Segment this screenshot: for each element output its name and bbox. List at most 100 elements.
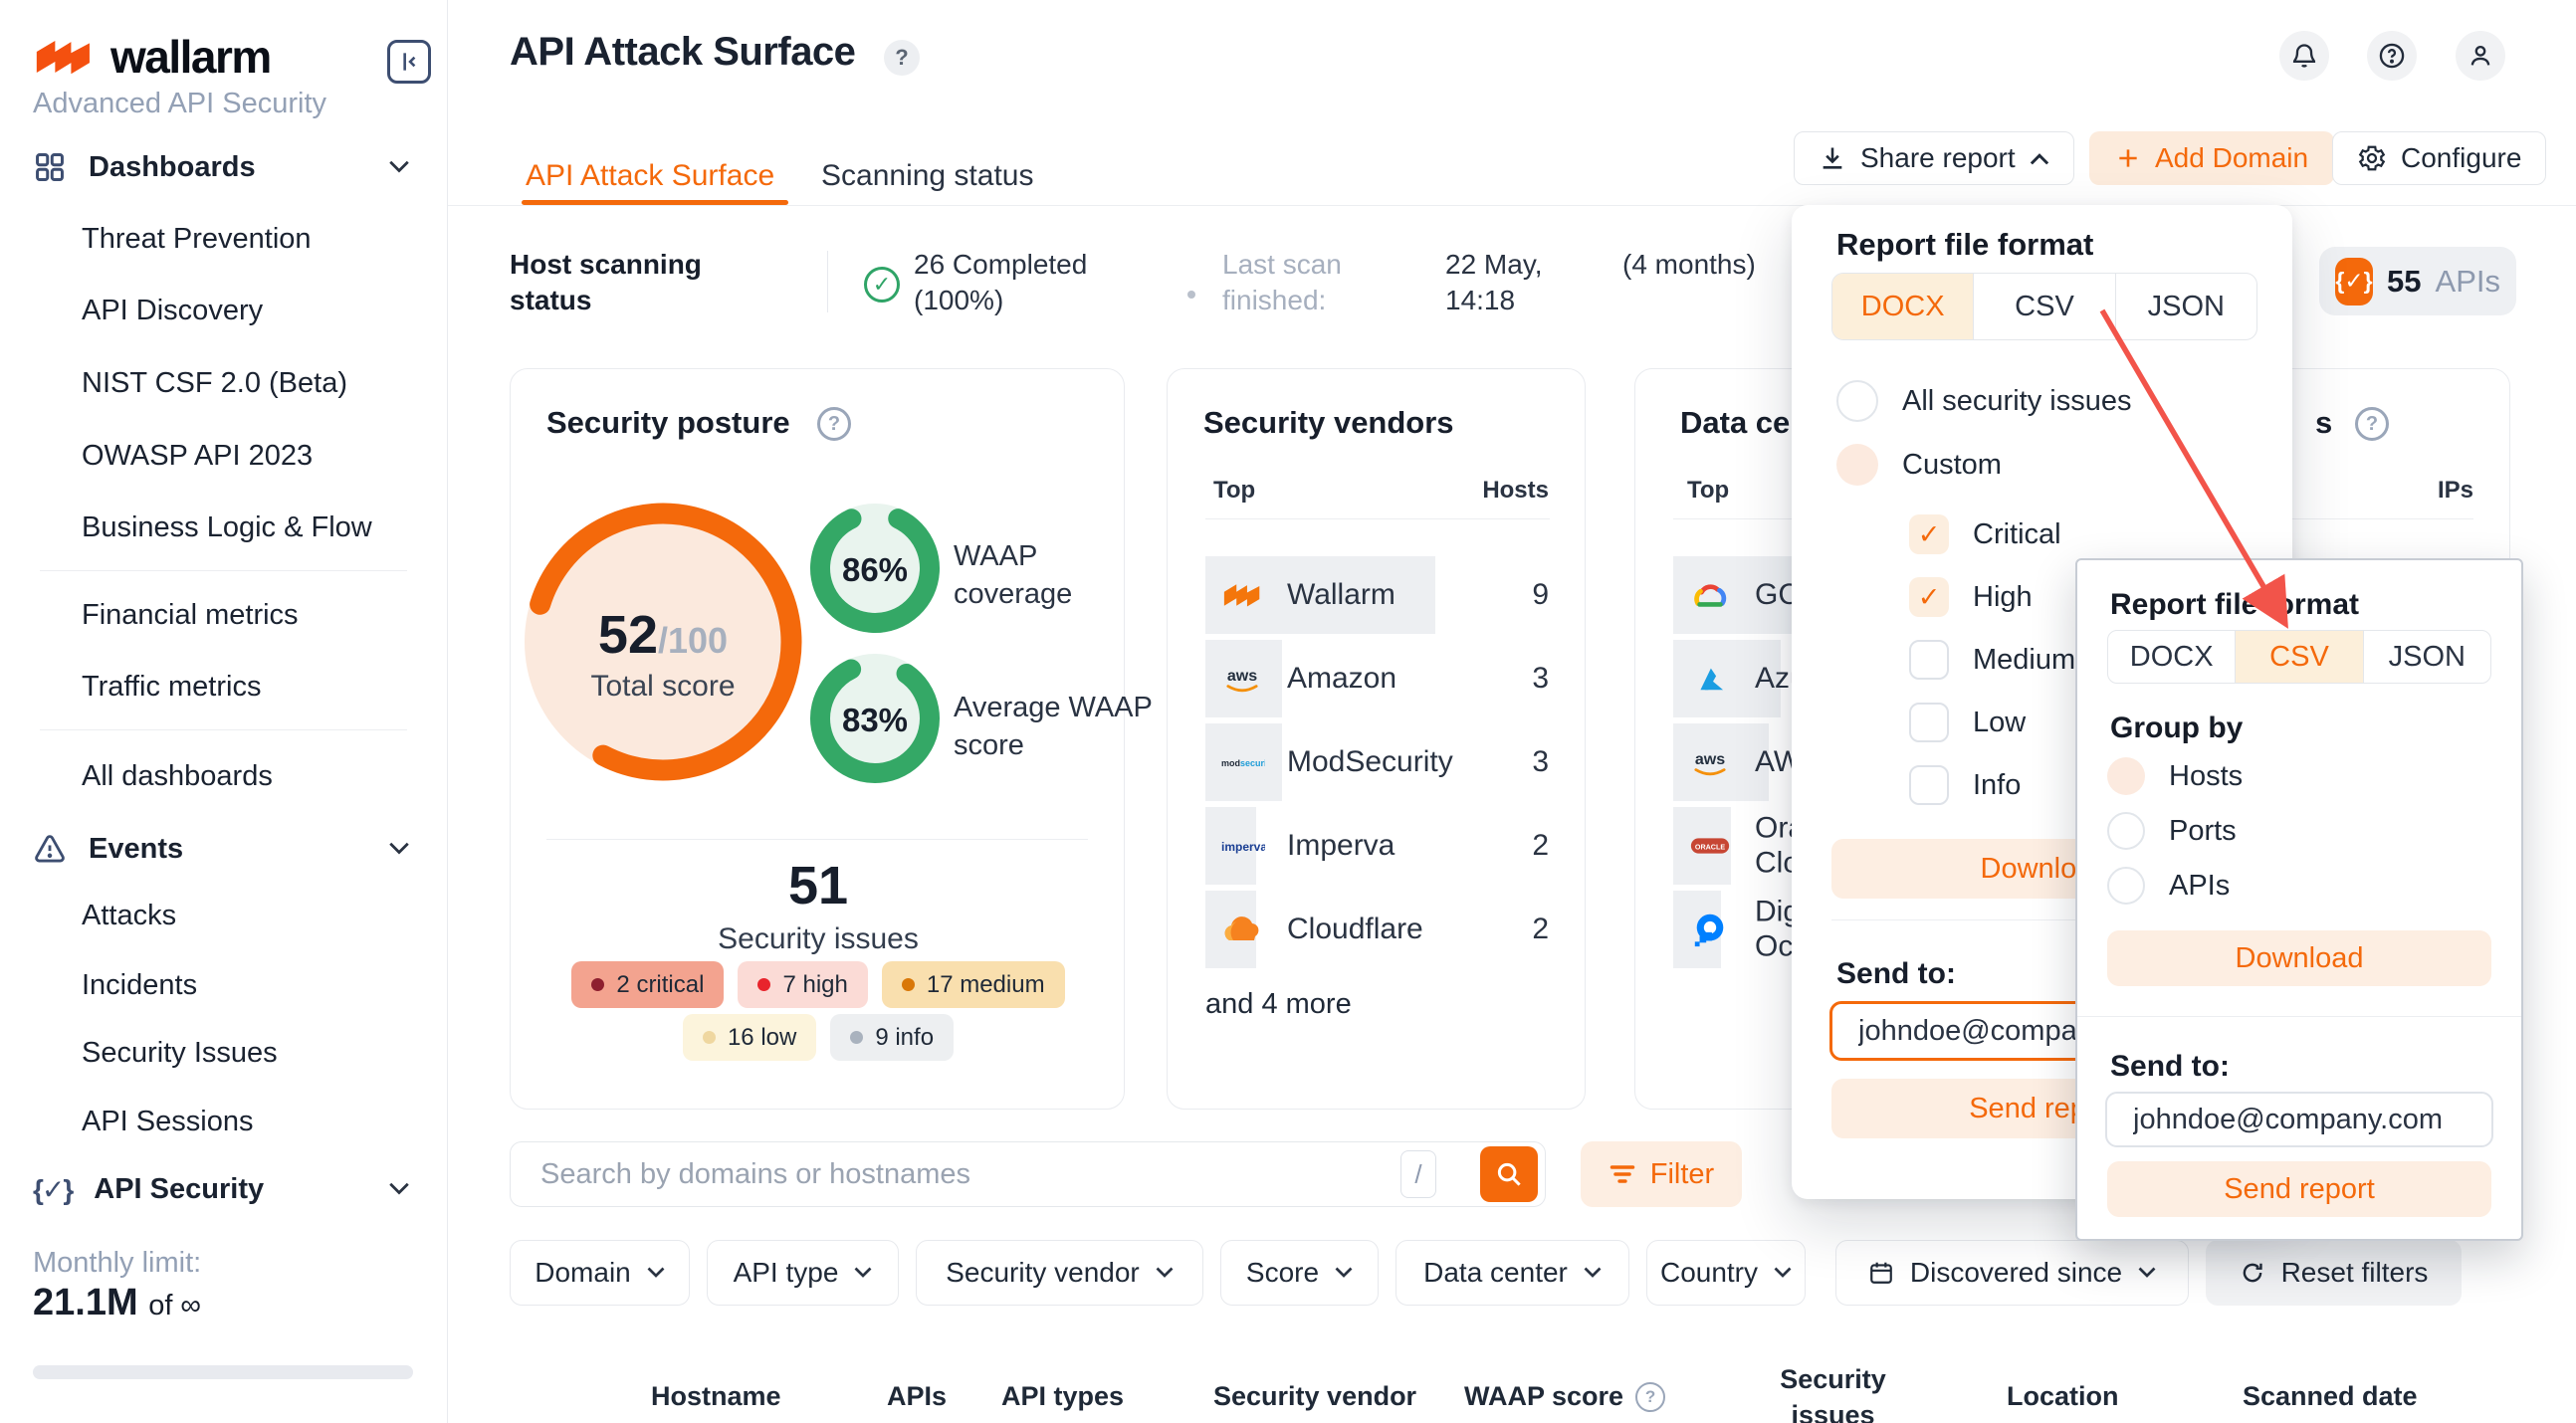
column-security-issues[interactable]: Security issues xyxy=(1771,1361,1895,1423)
chevron-down-icon xyxy=(647,1267,665,1279)
tab-api-attack-surface[interactable]: API Attack Surface xyxy=(526,159,774,193)
format-docx[interactable]: DOCX xyxy=(1832,274,1973,339)
card-title: Security posture xyxy=(546,405,790,441)
send-report-button[interactable]: Send report xyxy=(2107,1161,2491,1217)
last-scan-label: Last scan finished: xyxy=(1222,247,1392,318)
sidebar-item-nist-csf[interactable]: NIST CSF 2.0 (Beta) xyxy=(0,359,448,407)
help-icon[interactable]: ? xyxy=(1635,1382,1665,1412)
search-button[interactable] xyxy=(1480,1146,1538,1202)
radio-ports[interactable]: Ports xyxy=(2107,812,2237,850)
format-csv-selected[interactable]: CSV xyxy=(2235,631,2362,683)
sidebar-item-financial-metrics[interactable]: Financial metrics xyxy=(0,591,448,639)
column-hostname[interactable]: Hostname xyxy=(651,1381,781,1412)
help-button[interactable] xyxy=(2367,31,2417,81)
add-domain-button[interactable]: Add Domain xyxy=(2089,131,2334,185)
radio-label: All security issues xyxy=(1902,385,2131,418)
sidebar-item-api-security[interactable]: {✓} API Security xyxy=(0,1165,448,1213)
filter-chip-api-type[interactable]: API type xyxy=(707,1240,899,1306)
help-icon[interactable]: ? xyxy=(817,407,851,441)
checkbox-icon xyxy=(1909,640,1949,680)
notifications-button[interactable] xyxy=(2279,31,2329,81)
radio-icon-selected xyxy=(2107,757,2145,795)
vendor-name: Imperva xyxy=(1287,829,1395,864)
reset-filters-button[interactable]: Reset filters xyxy=(2206,1240,2462,1306)
sidebar-item-api-discovery[interactable]: API Discovery xyxy=(0,287,448,334)
sidebar-item-traffic-metrics[interactable]: Traffic metrics xyxy=(0,663,448,711)
checkbox-info[interactable]: Info xyxy=(1909,765,2021,805)
column-location[interactable]: Location xyxy=(2007,1381,2119,1412)
column-label: WAAP score xyxy=(1464,1381,1623,1412)
sidebar-item-security-issues[interactable]: Security Issues xyxy=(0,1029,448,1077)
vendors-more-link[interactable]: and 4 more xyxy=(1205,988,1352,1021)
vendor-row[interactable]: Cloudflare 2 xyxy=(1168,888,1585,971)
refresh-icon xyxy=(2240,1260,2265,1286)
card-divider xyxy=(546,839,1088,840)
badge-label: 2 critical xyxy=(616,971,704,999)
checkbox-low[interactable]: Low xyxy=(1909,703,2026,742)
checkbox-label: Medium xyxy=(1973,644,2075,677)
bullet-dot xyxy=(1187,291,1195,299)
checkbox-critical[interactable]: ✓ Critical xyxy=(1909,514,2061,554)
format-json[interactable]: JSON xyxy=(2363,631,2490,683)
send-to-label: Send to: xyxy=(1836,957,1956,991)
chevron-up-icon xyxy=(2030,152,2049,165)
radio-hosts[interactable]: Hosts xyxy=(2107,757,2243,795)
format-docx[interactable]: DOCX xyxy=(2108,631,2235,683)
radio-apis[interactable]: APIs xyxy=(2107,867,2230,905)
account-button[interactable] xyxy=(2456,31,2505,81)
sidebar-item-dashboards[interactable]: Dashboards xyxy=(0,143,448,191)
wallarm-logo-icon xyxy=(33,36,95,78)
filter-chip-data-center[interactable]: Data center xyxy=(1395,1240,1629,1306)
title-help-icon[interactable]: ? xyxy=(884,40,920,76)
vendor-row[interactable]: Wallarm 9 xyxy=(1168,553,1585,637)
sidebar-item-events[interactable]: Events xyxy=(0,825,448,873)
vendor-row[interactable]: imperva Imperva 2 xyxy=(1168,804,1585,888)
format-csv[interactable]: CSV xyxy=(1973,274,2114,339)
sidebar-item-label: API Discovery xyxy=(82,295,263,327)
filter-chip-discovered-since[interactable]: Discovered since xyxy=(1835,1240,2189,1306)
download-button[interactable]: Download xyxy=(2107,930,2491,986)
column-waap-score[interactable]: WAAP score ? xyxy=(1464,1381,1665,1412)
checkbox-medium[interactable]: Medium xyxy=(1909,640,2075,680)
sidebar-item-incidents[interactable]: Incidents xyxy=(0,961,448,1009)
sidebar-item-attacks[interactable]: Attacks xyxy=(0,892,448,939)
filter-button[interactable]: Filter xyxy=(1581,1141,1742,1207)
azure-logo xyxy=(1687,656,1733,702)
column-header-ips: IPs xyxy=(2438,477,2473,505)
column-scanned-date[interactable]: Scanned date xyxy=(2243,1381,2418,1412)
total-score: 52/100 Total score xyxy=(519,604,807,704)
column-apis[interactable]: APIs xyxy=(887,1381,947,1412)
radio-all-security-issues[interactable]: All security issues xyxy=(1836,380,2131,422)
plus-icon xyxy=(2115,145,2141,171)
radio-icon-selected xyxy=(1836,444,1878,486)
send-to-email-input[interactable] xyxy=(2105,1092,2493,1147)
page-title: API Attack Surface xyxy=(510,30,855,75)
configure-button[interactable]: Configure xyxy=(2332,131,2546,185)
sidebar-item-api-sessions[interactable]: API Sessions xyxy=(0,1098,448,1145)
format-json[interactable]: JSON xyxy=(2115,274,2256,339)
vendor-row[interactable]: aws Amazon 3 xyxy=(1168,637,1585,720)
sidebar-collapse-button[interactable] xyxy=(387,40,431,84)
checkbox-high[interactable]: ✓ High xyxy=(1909,577,2033,617)
help-icon[interactable]: ? xyxy=(2355,407,2389,441)
column-api-types[interactable]: API types xyxy=(1001,1381,1124,1412)
radio-custom[interactable]: Custom xyxy=(1836,444,2002,486)
checkbox-icon xyxy=(1909,703,1949,742)
tab-scanning-status[interactable]: Scanning status xyxy=(821,159,1033,193)
sidebar-item-threat-prevention[interactable]: Threat Prevention xyxy=(0,215,448,263)
search-input[interactable] xyxy=(510,1141,1546,1207)
filter-chip-score[interactable]: Score xyxy=(1220,1240,1379,1306)
vendor-row[interactable]: modsecurity ModSecurity 3 xyxy=(1168,720,1585,804)
sidebar-item-all-dashboards[interactable]: All dashboards xyxy=(0,752,448,800)
filter-chip-security-vendor[interactable]: Security vendor xyxy=(916,1240,1203,1306)
add-domain-label: Add Domain xyxy=(2155,142,2308,174)
sidebar-item-business-logic[interactable]: Business Logic & Flow xyxy=(0,504,448,551)
filter-chip-domain[interactable]: Domain xyxy=(510,1240,690,1306)
radio-label: Custom xyxy=(1902,449,2002,482)
sidebar-item-owasp-api[interactable]: OWASP API 2023 xyxy=(0,432,448,480)
monthly-limit-suffix: of ∞ xyxy=(148,1290,201,1321)
filter-chip-country[interactable]: Country xyxy=(1646,1240,1806,1306)
severity-dot xyxy=(703,1031,716,1044)
column-security-vendor[interactable]: Security vendor xyxy=(1213,1381,1416,1412)
share-report-button[interactable]: Share report xyxy=(1794,131,2074,185)
